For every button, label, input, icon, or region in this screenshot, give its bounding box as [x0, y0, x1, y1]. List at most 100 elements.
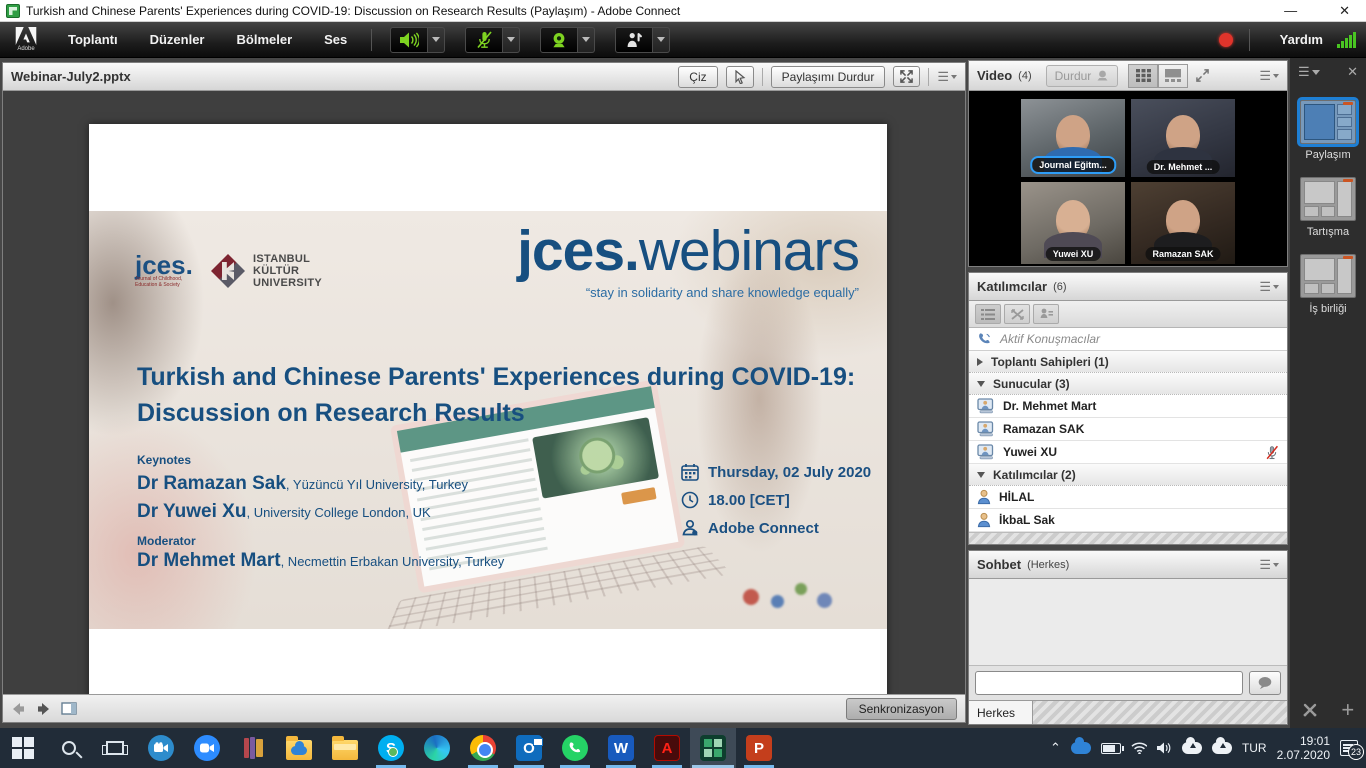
chat-pod-menu-icon[interactable]: ☰ [1259, 557, 1279, 573]
chat-tabs: Herkes [969, 700, 1287, 724]
language-indicator[interactable]: TUR [1242, 741, 1267, 755]
onedrive-folder-icon[interactable] [276, 728, 322, 768]
winrar-icon[interactable] [230, 728, 276, 768]
status-dropdown[interactable] [653, 27, 670, 53]
slide-banner: jces. Journal of Childhood, Education & … [89, 211, 887, 629]
share-pod-menu-icon[interactable]: ☰ [937, 69, 957, 85]
chat-tab-everyone[interactable]: Herkes [969, 701, 1033, 724]
webcam-dropdown[interactable] [578, 27, 595, 53]
layout-tartisma-thumb[interactable] [1300, 177, 1356, 221]
sync-button[interactable]: Senkronizasyon [846, 698, 957, 720]
layout-sidebar: ☰ ✕ Paylaşım Tartışma İş birliği [1290, 58, 1366, 728]
chat-message-area [969, 579, 1287, 666]
volume-icon[interactable] [1157, 742, 1172, 754]
acrobat-icon[interactable]: A [644, 728, 690, 768]
pod-resize-area[interactable] [969, 532, 1287, 544]
layout-close-icon[interactable]: ✕ [1347, 64, 1358, 80]
chat-send-button[interactable] [1249, 671, 1281, 695]
attendee-row[interactable]: İkbaL Sak [969, 509, 1287, 532]
group-presenters[interactable]: Sunucular (3) [969, 373, 1287, 395]
video-pod-header: Video (4) Durdur ☰ [969, 61, 1287, 91]
draw-button[interactable]: Çiz [678, 66, 717, 88]
breakout-view-button[interactable] [1004, 304, 1030, 324]
attendee-row[interactable]: Ramazan SAK [969, 418, 1287, 441]
powerpoint-icon[interactable]: P [736, 728, 782, 768]
video-fullscreen-button[interactable] [1196, 69, 1209, 82]
raise-hand-button[interactable] [615, 27, 653, 53]
menu-bolmeler[interactable]: Bölmeler [221, 22, 309, 58]
chat-input[interactable] [975, 671, 1243, 695]
pointer-button[interactable] [726, 66, 754, 88]
tray-chevron-icon[interactable]: ⌃ [1050, 740, 1061, 756]
attendees-pod-menu-icon[interactable]: ☰ [1259, 279, 1279, 295]
menu-duzenler[interactable]: Düzenler [134, 22, 221, 58]
cloud-upload-icon[interactable] [1182, 742, 1202, 754]
tools-icon[interactable] [1302, 702, 1318, 718]
close-button[interactable]: ✕ [1339, 3, 1350, 19]
tray-date: 2.07.2020 [1277, 748, 1330, 762]
attendee-row[interactable]: Dr. Mehmet Mart [969, 395, 1287, 418]
next-slide-button[interactable] [36, 702, 51, 716]
movie-app-icon[interactable] [138, 728, 184, 768]
speaker-button[interactable] [390, 27, 428, 53]
attendee-row[interactable]: HİLAL [969, 486, 1287, 509]
clock-icon [681, 491, 699, 509]
minimize-button[interactable]: — [1284, 3, 1297, 19]
mic-dropdown[interactable] [503, 27, 520, 53]
add-layout-icon[interactable]: + [1341, 700, 1354, 720]
speaker-dropdown[interactable] [428, 27, 445, 53]
layout-menu-icon[interactable]: ☰ [1298, 64, 1320, 80]
edge-icon[interactable] [414, 728, 460, 768]
clock[interactable]: 19:01 2.07.2020 [1277, 734, 1330, 762]
group-participants[interactable]: Katılımcılar (2) [969, 464, 1287, 486]
menu-bar: Adobe Toplantı Düzenler Bölmeler Ses [0, 22, 1366, 58]
notifications-icon[interactable]: 23 [1340, 740, 1358, 756]
adobe-connect-taskbar-icon[interactable] [690, 728, 736, 768]
share-pod-footer: Senkronizasyon [3, 694, 965, 722]
mic-muted-button[interactable] [465, 27, 503, 53]
video-tile[interactable]: Ramazan SAK [1131, 182, 1235, 264]
video-tile[interactable]: Dr. Mehmet ... [1131, 99, 1235, 177]
cloud-upload-icon[interactable] [1212, 742, 1232, 754]
word-icon[interactable]: W [598, 728, 644, 768]
chrome-icon[interactable] [460, 728, 506, 768]
skype-icon[interactable]: S [368, 728, 414, 768]
video-name-label: Journal Eğitm... [1030, 156, 1116, 174]
webcam-button[interactable] [540, 27, 578, 53]
video-tile[interactable]: Yuwei XU [1021, 182, 1125, 264]
status-view-button[interactable] [1033, 304, 1059, 324]
layout-isbirligi-thumb[interactable] [1300, 254, 1356, 298]
battery-icon[interactable] [1101, 743, 1121, 754]
connection-signal-icon[interactable] [1337, 32, 1356, 48]
video-tile[interactable]: Journal Eğitm... [1021, 99, 1125, 177]
window-titlebar: Turkish and Chinese Parents' Experiences… [0, 0, 1366, 22]
outlook-icon[interactable]: O [506, 728, 552, 768]
attendee-row[interactable]: Yuwei XU [969, 441, 1287, 464]
whatsapp-icon[interactable] [552, 728, 598, 768]
stop-webcam-button[interactable]: Durdur [1046, 65, 1119, 87]
sidebar-toggle-icon[interactable] [61, 702, 77, 715]
layout-paylasim-thumb[interactable] [1300, 100, 1356, 144]
stop-sharing-button[interactable]: Paylaşımı Durdur [771, 66, 886, 88]
file-explorer-icon[interactable] [322, 728, 368, 768]
fullscreen-button[interactable] [893, 66, 920, 87]
list-view-button[interactable] [975, 304, 1001, 324]
search-button[interactable] [46, 728, 92, 768]
group-hosts[interactable]: Toplantı Sahipleri (1) [969, 351, 1287, 373]
video-pod-menu-icon[interactable]: ☰ [1259, 68, 1279, 84]
speech-bubble-icon [1257, 676, 1273, 690]
grid-view-button[interactable] [1128, 64, 1158, 88]
zoom-icon[interactable] [184, 728, 230, 768]
filmstrip-view-button[interactable] [1158, 64, 1188, 88]
menu-ses[interactable]: Ses [308, 22, 363, 58]
start-button[interactable] [0, 728, 46, 768]
onedrive-sync-icon[interactable] [1071, 742, 1091, 754]
task-view-button[interactable] [92, 728, 138, 768]
participant-icon [977, 512, 991, 528]
menu-yardim[interactable]: Yardım [1266, 32, 1337, 47]
prev-slide-button[interactable] [11, 702, 26, 716]
wifi-icon[interactable] [1131, 742, 1147, 754]
menu-toplanti[interactable]: Toplantı [52, 22, 134, 58]
microphone-control [465, 27, 520, 53]
event-time: 18.00 [CET] [708, 492, 790, 509]
